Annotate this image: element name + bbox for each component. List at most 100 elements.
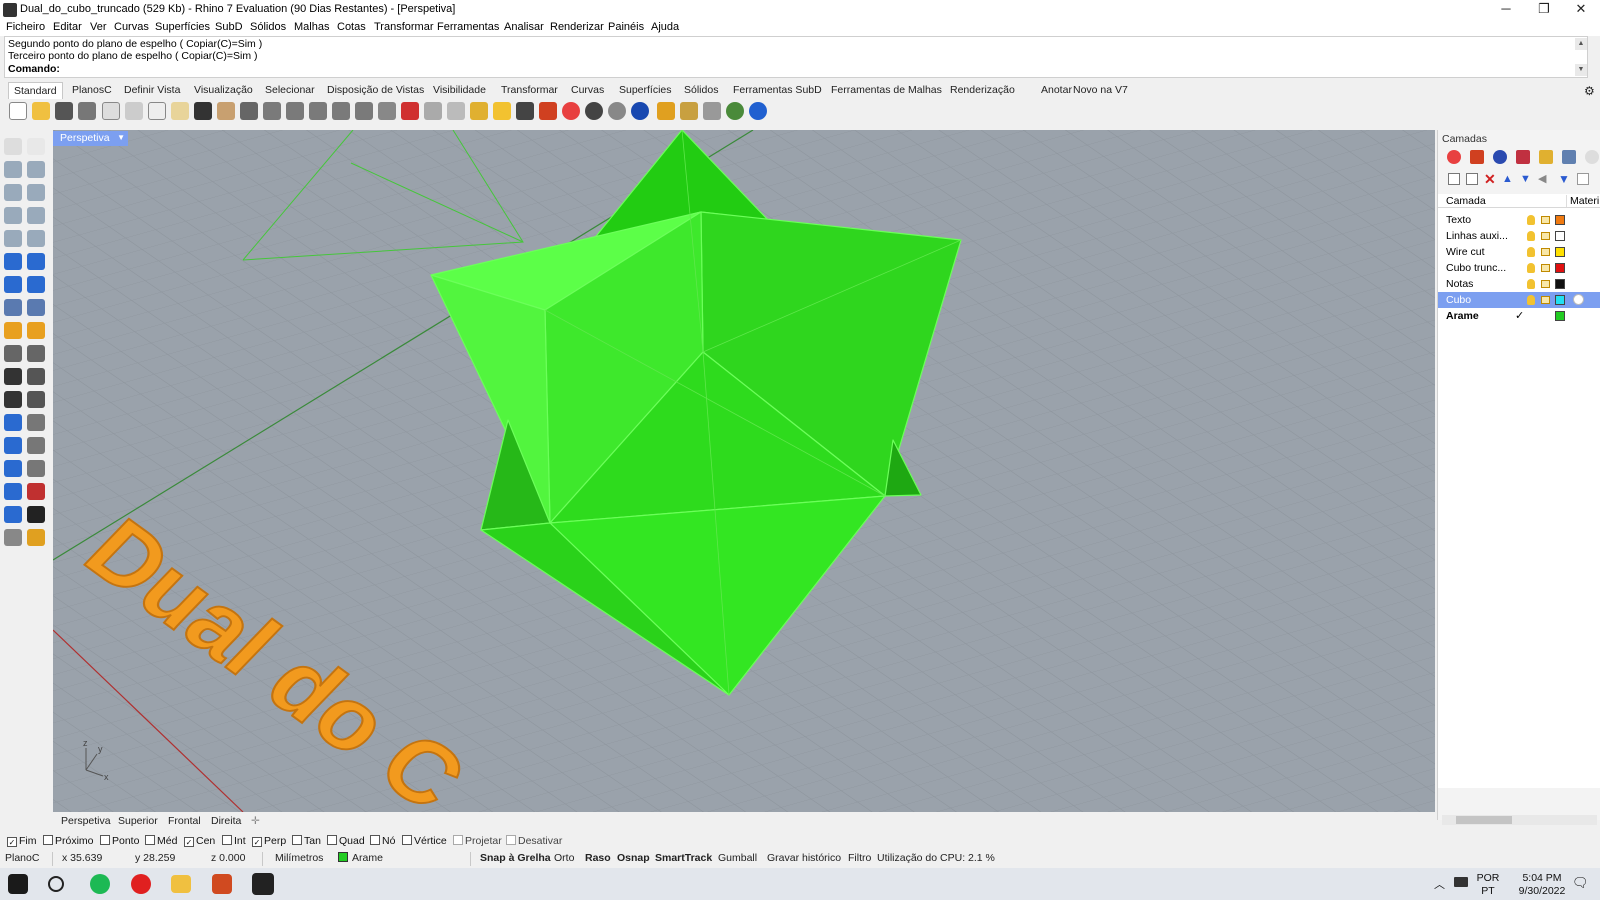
light-bulb-icon[interactable] [1527,295,1535,305]
surface-icon[interactable] [4,253,22,270]
unlock-icon[interactable] [1541,216,1550,224]
save-icon[interactable] [55,102,73,120]
wireframe-sphere-icon[interactable] [585,102,603,120]
layer-row-arame[interactable]: Arame ✓ [1438,308,1600,324]
notification-icon[interactable]: 🗨 [1572,875,1589,891]
search-icon[interactable] [48,876,64,892]
select-icon[interactable] [447,102,465,120]
tab-superficies[interactable]: Superfícies [619,84,672,96]
command-prompt[interactable]: Comando: [8,63,60,75]
menu-cotas[interactable]: Cotas [337,21,366,33]
smarttrack-toggle[interactable]: SmartTrack [655,852,712,864]
render-tab-icon[interactable] [1493,150,1507,164]
tab-transformar[interactable]: Transformar [501,84,558,96]
libraries-tab-icon[interactable] [1539,150,1553,164]
viewport-title-tab[interactable]: Perspetiva ▼ [53,131,128,146]
tab-ferramentas-subd[interactable]: Ferramentas SubD [733,84,822,96]
check-icon[interactable] [27,506,45,523]
zoom-window-icon[interactable] [286,102,304,120]
opera-icon[interactable] [131,874,151,894]
polygon-icon[interactable] [4,207,22,224]
checkbox-icon[interactable] [506,835,516,845]
gumball-tool-icon[interactable] [27,483,45,500]
filter-toggle[interactable]: Filtro [848,852,871,864]
menu-renderizar[interactable]: Renderizar [550,21,604,33]
planar-toggle[interactable]: Raso [585,852,611,864]
point-icon[interactable] [470,102,488,120]
current-layer-check-icon[interactable]: ✓ [1515,309,1524,322]
checkbox-icon[interactable] [145,835,155,845]
osnap-vertice[interactable]: Vértice [402,835,447,847]
zoom-selected-icon[interactable] [332,102,350,120]
block-icon[interactable] [4,437,22,454]
layers-tab-icon[interactable] [1470,150,1484,164]
layer-list-scrollbar[interactable] [1442,815,1597,825]
language-bottom[interactable]: PT [1474,885,1502,897]
unlock-icon[interactable] [1541,248,1550,256]
gumball-toggle[interactable]: Gumball [718,852,757,864]
column-camada[interactable]: Camada [1446,195,1486,207]
scale-icon[interactable] [27,414,45,431]
move-up-icon[interactable]: ▲ [1502,173,1514,185]
rhino-app-icon[interactable] [3,3,17,17]
tab-standard[interactable]: Standard [8,82,63,99]
current-layer[interactable]: Arame [338,852,383,864]
add-view-tab-icon[interactable]: ✛ [251,815,260,827]
options-gear-icon[interactable] [680,102,698,120]
menu-paineis[interactable]: Painéis [608,21,644,33]
ortho-toggle[interactable]: Orto [554,852,574,864]
checkbox-icon[interactable] [402,835,412,845]
menu-transformar[interactable]: Transformar [374,21,434,33]
trim-icon[interactable] [4,391,22,408]
unlock-icon[interactable] [1541,296,1550,304]
rhino-taskbar-icon[interactable] [252,873,274,895]
osnap-perp[interactable]: ✓ Perp [252,835,286,847]
split-icon[interactable] [27,391,45,408]
menu-ver[interactable]: Ver [90,21,107,33]
menu-solidos[interactable]: Sólidos [250,21,286,33]
delete-layer-icon[interactable]: ✕ [1484,172,1496,186]
box-solid-icon[interactable] [4,276,22,293]
close-button[interactable]: ✕ [1562,0,1600,20]
light-bulb-icon[interactable] [1527,247,1535,257]
surface-edit-icon[interactable] [27,253,45,270]
filter-icon[interactable]: ▼ [1558,173,1570,185]
powerpoint-icon[interactable] [212,874,232,894]
curve-icon[interactable] [27,161,45,178]
menu-curvas[interactable]: Curvas [114,21,149,33]
light-bulb-icon[interactable] [1527,263,1535,273]
text-icon[interactable] [4,414,22,431]
tab-novo-na-v7[interactable]: Novo na V7 [1073,84,1128,96]
layer-row-notas[interactable]: Notas [1438,276,1600,292]
rotate-view-icon[interactable] [240,102,258,120]
osnap-quad[interactable]: Quad [327,835,365,847]
properties-icon[interactable] [1447,150,1461,164]
light-bulb-icon[interactable] [1527,279,1535,289]
render-tool-icon[interactable] [4,529,22,546]
layer-row-cubo[interactable]: Cubo [1438,292,1600,308]
clock-time[interactable]: 5:04 PM [1512,872,1572,884]
cut-icon[interactable] [125,102,143,120]
materials-tab-icon[interactable] [1516,150,1530,164]
windows-start-icon[interactable] [8,874,28,894]
checkbox-checked-icon[interactable]: ✓ [184,837,194,847]
globe-icon[interactable] [726,102,744,120]
explode-icon[interactable] [27,368,45,385]
layer-color-swatch[interactable] [1555,295,1565,305]
arc-icon[interactable] [4,230,22,247]
osnap-med[interactable]: Méd [145,835,177,847]
network-icon[interactable] [1454,877,1468,887]
minimize-button[interactable]: ─ [1487,0,1525,20]
view-tab-perspetiva[interactable]: Perspetiva [61,815,111,827]
paste-icon[interactable] [171,102,189,120]
point-icon[interactable] [27,138,45,155]
material-swatch-icon[interactable] [1573,294,1584,305]
layer-color-swatch[interactable] [1555,263,1565,273]
layer-row-linhas-auxiliares[interactable]: Linhas auxi... [1438,228,1600,244]
four-viewports-icon[interactable] [378,102,396,120]
lock-icon[interactable] [516,102,534,120]
menu-ficheiro[interactable]: Ficheiro [6,21,45,33]
osnap-tan[interactable]: Tan [292,835,321,847]
checkbox-icon[interactable] [370,835,380,845]
new-layer-icon[interactable] [1448,173,1460,185]
